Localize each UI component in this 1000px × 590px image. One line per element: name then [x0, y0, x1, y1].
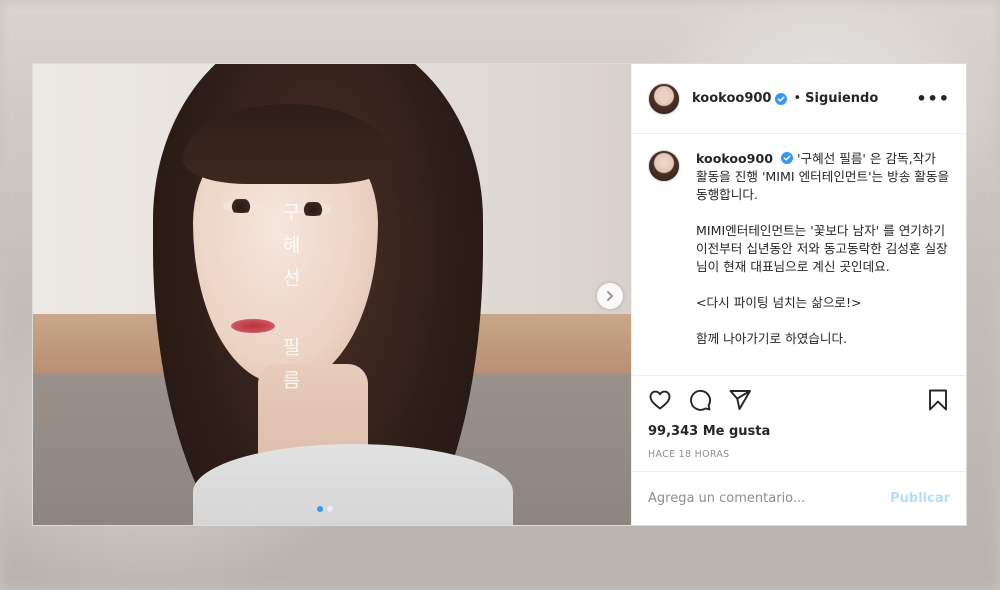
carousel-dots	[317, 506, 333, 512]
more-options-icon[interactable]: •••	[916, 89, 950, 108]
heart-icon	[649, 390, 671, 410]
share-button[interactable]	[726, 386, 754, 414]
lips	[231, 319, 275, 333]
caption-text: kookoo900 '구혜선 필름' 은 감독,작가 활동을 진행 'MIMI …	[696, 150, 950, 366]
share-icon	[729, 390, 751, 410]
caption-section: kookoo900 '구혜선 필름' 은 감독,작가 활동을 진행 'MIMI …	[632, 134, 966, 376]
post-header: kookoo900 • Siguiendo •••	[632, 64, 966, 134]
publish-button[interactable]: Publicar	[890, 491, 950, 506]
carousel-dot	[327, 506, 333, 512]
save-button[interactable]	[924, 386, 952, 414]
instagram-post: 구혜선 필름 kookoo900 • Siguiendo ••• kookoo9…	[32, 63, 967, 526]
photo-overlay-title: 구혜선 필름	[279, 202, 301, 403]
carousel-dot-active	[317, 506, 323, 512]
caption-paragraph-3: <다시 파이팅 넘치는 삶으로!>	[696, 295, 862, 310]
caption-row: kookoo900 '구혜선 필름' 은 감독,작가 활동을 진행 'MIMI …	[648, 150, 950, 366]
caption-paragraph-2: MIMI엔터테인먼트는 '꽃보다 남자' 를 연기하기 이전부터 십년동안 저와…	[696, 223, 948, 274]
left-eye	[223, 199, 259, 213]
comment-box: Publicar	[632, 471, 966, 525]
caption-avatar[interactable]	[648, 150, 680, 182]
verified-badge-icon	[781, 152, 793, 164]
caption-paragraph-4: 함께 나아가기로 하였습니다.	[696, 331, 848, 346]
carousel-next-button[interactable]	[597, 283, 623, 309]
header-username[interactable]: kookoo900	[692, 91, 771, 106]
post-photo[interactable]: 구혜선 필름	[33, 64, 631, 525]
comment-button[interactable]	[686, 386, 714, 414]
separator-dot: •	[793, 91, 802, 106]
avatar[interactable]	[648, 82, 680, 115]
comment-input[interactable]	[648, 491, 891, 506]
caption-paragraph-1: kookoo900 '구혜선 필름' 은 감독,작가 활동을 진행 'MIMI …	[696, 150, 950, 204]
action-bar	[632, 376, 966, 424]
verified-badge-icon	[775, 92, 788, 105]
post-sidebar: kookoo900 • Siguiendo ••• kookoo900 '구혜선…	[631, 64, 966, 525]
caption-username[interactable]: kookoo900	[696, 151, 773, 166]
likes-count[interactable]: 99,343 Me gusta	[632, 424, 966, 439]
follow-status-button[interactable]: Siguiendo	[805, 91, 878, 106]
bookmark-icon	[929, 389, 947, 411]
comment-icon	[690, 389, 711, 411]
post-timestamp: HACE 18 HORAS	[648, 449, 730, 460]
like-button[interactable]	[646, 386, 674, 414]
chevron-right-icon	[607, 291, 613, 301]
